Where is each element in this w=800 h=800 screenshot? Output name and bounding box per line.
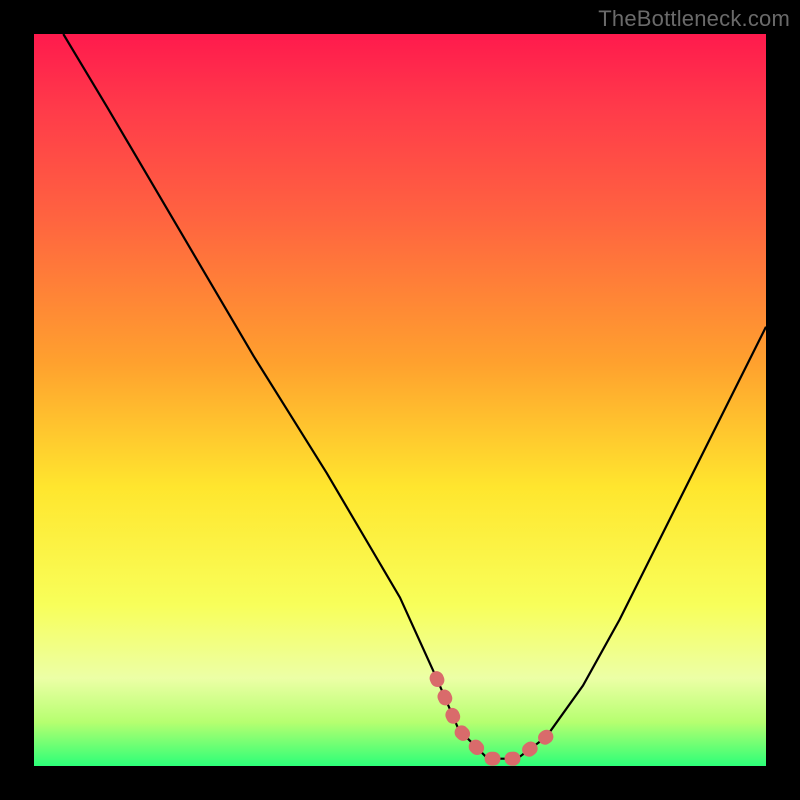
- chart-svg: [34, 34, 766, 766]
- chart-frame: TheBottleneck.com: [0, 0, 800, 800]
- bottleneck-curve-path: [63, 34, 766, 759]
- attribution-text: TheBottleneck.com: [598, 6, 790, 32]
- plot-area: [34, 34, 766, 766]
- optimal-range-accent: [437, 678, 547, 759]
